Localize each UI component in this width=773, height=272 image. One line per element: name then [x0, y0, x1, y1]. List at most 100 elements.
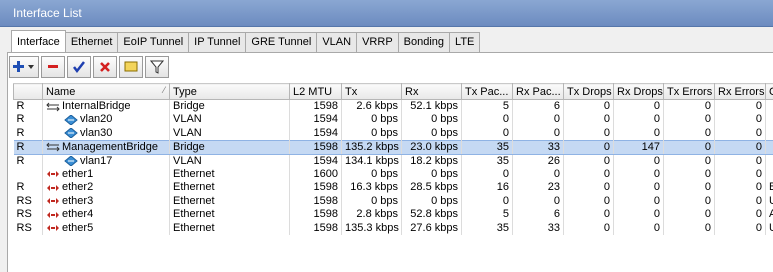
cell-name: ether4	[42, 208, 170, 222]
comment-button[interactable]	[119, 56, 143, 78]
cell-rx-drops: 0	[613, 181, 664, 195]
cell-name: vlan20	[42, 113, 170, 127]
table-row-ether2[interactable]: Rether2 Ethernet 1598 16.3 kbps 28.5 kbps 16 2…	[13, 181, 773, 195]
vlan-icon	[64, 128, 78, 138]
table-row-ether1[interactable]: ether1 Ethernet 1600 0 bps 0 bps 0 0 0 0 0 0	[13, 167, 773, 181]
cell-rx: 52.8 kbps	[401, 208, 462, 222]
cell-rx: 0 bps	[401, 126, 462, 140]
cell-name: ether5	[42, 221, 170, 235]
cell-rx-drops: 0	[613, 113, 664, 127]
tab-gre-tunnel[interactable]: GRE Tunnel	[245, 32, 318, 52]
interface-name: ManagementBridge	[46, 140, 166, 153]
cell-flags: R	[13, 139, 43, 155]
cell-tx-drops: 0	[563, 194, 614, 208]
ethernet-icon	[47, 184, 59, 191]
column-header-tx-drops[interactable]: Tx Drops	[563, 83, 614, 100]
cell-tx-packets: 16	[461, 181, 513, 195]
cell-l2-mtu: 1594	[289, 126, 342, 140]
enable-button[interactable]	[67, 56, 91, 78]
cell-type: VLAN	[169, 113, 290, 127]
interface-name-label: InternalBridge	[62, 100, 131, 112]
column-header-tx[interactable]: Tx	[341, 83, 402, 100]
cell-tx-drops: 0	[563, 99, 614, 113]
toolbar	[9, 56, 169, 80]
tab-lte[interactable]: LTE	[449, 32, 481, 52]
column-header-rx-drops[interactable]: Rx Drops	[613, 83, 664, 100]
cell-tx: 0 bps	[341, 113, 402, 127]
tab-vrrp[interactable]: VRRP	[356, 32, 399, 52]
cell-comment: AP	[765, 208, 773, 222]
add-button[interactable]	[9, 56, 39, 78]
column-header-rx-errors[interactable]: Rx Errors	[714, 83, 766, 100]
cell-rx-errors: 0	[714, 99, 766, 113]
table-row-managementbridge[interactable]: R ManagementBridge Bridge 1598 135.2 kbps 23.…	[13, 139, 773, 155]
cell-flags: R	[13, 126, 43, 140]
cell-tx: 134.1 kbps	[341, 154, 402, 168]
cross-icon	[100, 62, 110, 72]
tab-ethernet[interactable]: Ethernet	[64, 32, 119, 52]
cell-rx-drops: 0	[613, 126, 664, 140]
cell-tx-packets: 35	[461, 221, 513, 235]
window-titlebar: Interface List	[0, 0, 773, 27]
tab-interface[interactable]: Interface	[11, 30, 66, 52]
cell-rx-errors: 0	[714, 113, 766, 127]
interface-name: vlan30	[46, 127, 166, 140]
cell-rx-errors: 0	[714, 194, 766, 208]
cell-l2-mtu: 1598	[289, 181, 342, 195]
interface-name: ether5	[46, 222, 166, 235]
tab-eoip-tunnel[interactable]: EoIP Tunnel	[117, 32, 190, 52]
remove-button[interactable]	[41, 56, 65, 78]
cell-tx-errors: 0	[663, 181, 715, 195]
column-header-rx-packets[interactable]: Rx Pac...	[512, 83, 564, 100]
cell-comment: Un	[765, 194, 773, 208]
cell-rx-packets: 0	[512, 167, 564, 181]
column-header-rx[interactable]: Rx	[401, 83, 462, 100]
table-row-internalbridge[interactable]: R InternalBridge Bridge 1598 2.6 kbps 52.1 kb…	[13, 99, 773, 113]
column-header-tx-errors[interactable]: Tx Errors	[663, 83, 715, 100]
table-row-ether5[interactable]: RS ether5 Ethernet 1598 135.3 kbps 27.6 kbps 3…	[13, 221, 773, 235]
column-header-tx-packets[interactable]: Tx Pac...	[461, 83, 513, 100]
cell-comment	[765, 113, 773, 127]
column-header-flags[interactable]	[13, 83, 43, 100]
interface-name-label: vlan30	[80, 126, 113, 139]
cell-rx-errors: 0	[714, 221, 766, 235]
cell-comment	[765, 99, 773, 113]
disable-button[interactable]	[93, 56, 117, 78]
interface-name-label: ether4	[62, 208, 94, 221]
column-header-name[interactable]: Name	[42, 83, 170, 100]
cell-tx-errors: 0	[663, 126, 715, 140]
tab-bonding[interactable]: Bonding	[397, 32, 451, 52]
cell-flags: RS	[13, 208, 43, 222]
cell-name: ether1	[42, 167, 170, 181]
cell-tx: 0 bps	[341, 194, 402, 208]
table-row-vlan20[interactable]: Rvlan20 VLAN 1594 0 bps 0 bps 0 0 0 0 0 0	[13, 113, 773, 127]
interface-name-label: ManagementBridge	[62, 140, 159, 153]
ethernet-icon	[47, 225, 59, 232]
vlan-icon	[64, 114, 78, 125]
column-header-l2-mtu[interactable]: L2 MTU	[289, 83, 342, 100]
cell-rx: 27.6 kbps	[401, 221, 462, 235]
table-row-ether4[interactable]: RS ether4 Ethernet 1598 2.8 kbps 52.8 kbps 5 6 0…	[13, 208, 773, 222]
interface-name: ether2	[46, 181, 166, 194]
interface-name-label: vlan20	[80, 113, 113, 126]
table-row-ether3[interactable]: RSether3Ethernet15980 bps0 bps000000Un	[13, 194, 773, 208]
column-header-comment[interactable]: Co	[765, 83, 773, 100]
cell-tx-drops: 0	[563, 154, 614, 168]
cell-rx-drops: 0	[613, 221, 664, 235]
cell-type: Ethernet	[169, 221, 290, 235]
table-row-vlan17[interactable]: Rvlan17 VLAN 1594 134.1 kbps 18.2 kbps 35 26 0 0…	[13, 154, 773, 168]
add-icon	[13, 61, 34, 72]
tab-vlan[interactable]: VLAN	[316, 32, 358, 52]
cell-name: vlan17	[42, 154, 170, 168]
column-header-type[interactable]: Type	[169, 83, 290, 100]
cell-tx-drops: 0	[563, 113, 614, 127]
cell-rx-errors: 0	[714, 181, 766, 195]
filter-button[interactable]	[145, 56, 169, 78]
tab-ip-tunnel[interactable]: IP Tunnel	[188, 32, 247, 52]
cell-type: Ethernet	[169, 208, 290, 222]
cell-rx-packets: 23	[512, 181, 564, 195]
vlan-icon	[64, 156, 78, 166]
cell-rx-packets: 33	[512, 139, 564, 155]
cell-comment	[765, 139, 773, 155]
table-row-vlan30[interactable]: Rvlan30 VLAN 1594 0 bps 0 bps 0 0 0 0 0 0	[13, 126, 773, 140]
